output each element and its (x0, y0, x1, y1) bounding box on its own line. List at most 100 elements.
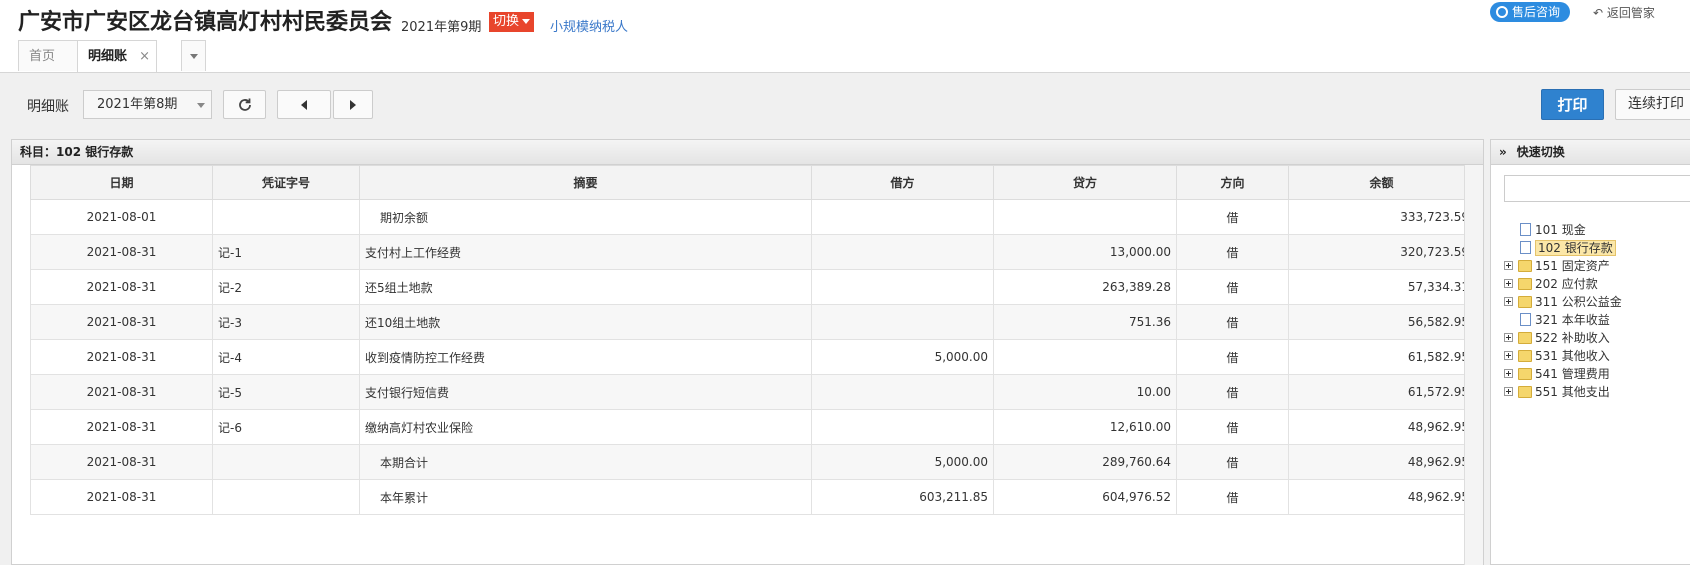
tree-item-541[interactable]: 541 管理费用 (1504, 365, 1622, 383)
triangle-left-icon (301, 99, 307, 110)
tab-more-button[interactable] (181, 40, 206, 71)
cell-voucher-link[interactable]: 记-6 (212, 409, 360, 445)
switch-label: 切换 (493, 14, 520, 29)
cell-summary: 收到疫情防控工作经费 (359, 339, 812, 375)
table-row[interactable]: 2021-08-31 本年累计 603,211.85 604,976.52 借 … (30, 479, 1475, 515)
cell-debit (811, 234, 994, 270)
expand-plus-icon[interactable] (1504, 387, 1513, 396)
tree-item-522[interactable]: 522 补助收入 (1504, 329, 1622, 347)
table-row[interactable]: 2021-08-01 期初余额 借 333,723.59 (30, 199, 1475, 235)
tree-item-551[interactable]: 551 其他支出 (1504, 383, 1622, 401)
subject-search-input[interactable] (1504, 175, 1690, 202)
cell-summary: 本年累计 (359, 479, 812, 515)
table-row[interactable]: 2021-08-31 记-3 还10组土地款 751.36 借 56,582.9… (30, 304, 1475, 340)
tree-item-531[interactable]: 531 其他收入 (1504, 347, 1622, 365)
cell-credit (993, 339, 1177, 375)
collapse-double-arrow-icon[interactable]: » (1499, 145, 1507, 159)
expand-plus-icon[interactable] (1504, 351, 1513, 360)
cell-direction: 借 (1176, 479, 1289, 515)
cell-direction: 借 (1176, 444, 1289, 480)
previous-period-button[interactable] (277, 90, 331, 119)
tree-item-label: 151 固定资产 (1535, 259, 1610, 273)
cell-credit: 13,000.00 (993, 234, 1177, 270)
back-label: 返回管家 (1606, 6, 1655, 20)
tree-item-label: 531 其他收入 (1535, 349, 1610, 363)
refresh-icon (238, 98, 251, 111)
col-date[interactable]: 日期 (30, 165, 213, 200)
return-home-link[interactable]: ↶ 返回管家 (1593, 4, 1655, 21)
col-debit[interactable]: 借方 (811, 165, 994, 200)
cell-date: 2021-08-31 (30, 234, 213, 270)
col-credit[interactable]: 贷方 (993, 165, 1177, 200)
expand-plus-icon[interactable] (1504, 297, 1513, 306)
table-row[interactable]: 2021-08-31 记-6 缴纳高灯村农业保险 12,610.00 借 48,… (30, 409, 1475, 445)
quick-switch-header: » 快速切换 (1491, 140, 1690, 165)
cell-date: 2021-08-31 (30, 479, 213, 515)
next-period-button[interactable] (333, 90, 373, 119)
cell-debit (811, 269, 994, 305)
tree-item-321[interactable]: 321 本年收益 (1504, 311, 1622, 329)
document-icon (1520, 313, 1531, 326)
current-period: 2021年第9期 (401, 20, 482, 35)
close-tab-icon[interactable]: × (139, 41, 150, 72)
table-row[interactable]: 2021-08-31 本期合计 5,000.00 289,760.64 借 48… (30, 444, 1475, 480)
continuous-print-button[interactable]: 连续打印 (1615, 89, 1690, 120)
cell-credit: 10.00 (993, 374, 1177, 410)
print-button[interactable]: 打印 (1541, 89, 1604, 120)
tree-item-202[interactable]: 202 应付款 (1504, 275, 1622, 293)
subject-tree: 101 现金 102 银行存款 151 固定资产 202 应付款 311 公积公… (1504, 221, 1622, 401)
expand-plus-icon[interactable] (1504, 333, 1513, 342)
col-direction[interactable]: 方向 (1176, 165, 1289, 200)
tab-home[interactable]: 首页 (18, 40, 78, 71)
cell-summary: 本期合计 (359, 444, 812, 480)
cell-voucher-link[interactable]: 记-2 (212, 269, 360, 305)
table-row[interactable]: 2021-08-31 记-1 支付村上工作经费 13,000.00 借 320,… (30, 234, 1475, 270)
taxpayer-type-link[interactable]: 小规模纳税人 (550, 16, 628, 35)
tree-item-label: 102 银行存款 (1535, 240, 1616, 256)
cell-balance: 320,723.59 (1288, 234, 1475, 270)
after-sales-consult-button[interactable]: 售后咨询 (1490, 2, 1571, 22)
table-row[interactable]: 2021-08-31 记-4 收到疫情防控工作经费 5,000.00 借 61,… (30, 339, 1475, 375)
tab-ledger[interactable]: 明细账 × (77, 40, 157, 72)
tree-item-311[interactable]: 311 公积公益金 (1504, 293, 1622, 311)
cell-debit (811, 199, 994, 235)
expand-plus-icon[interactable] (1504, 279, 1513, 288)
refresh-button[interactable] (223, 90, 266, 119)
cell-voucher (212, 444, 360, 480)
cell-date: 2021-08-31 (30, 339, 213, 375)
cell-date: 2021-08-31 (30, 409, 213, 445)
caret-down-icon (522, 19, 531, 24)
cell-credit: 604,976.52 (993, 479, 1177, 515)
ledger-table: 日期 凭证字号 摘要 借方 贷方 方向 余额 2021-08-01 期初余额 借… (30, 165, 1475, 515)
dropdown-arrow-icon (197, 103, 205, 108)
tree-item-label: 541 管理费用 (1535, 367, 1610, 381)
cell-debit: 5,000.00 (811, 339, 994, 375)
table-row[interactable]: 2021-08-31 记-5 支付银行短信费 10.00 借 61,572.95 (30, 374, 1475, 410)
ledger-panel: 科目：102 银行存款 日期 凭证字号 摘要 借方 贷方 方向 余额 2021-… (11, 139, 1484, 565)
cell-summary: 还5组土地款 (359, 269, 812, 305)
tree-item-101[interactable]: 101 现金 (1504, 221, 1622, 239)
expand-plus-icon[interactable] (1504, 369, 1513, 378)
cell-direction: 借 (1176, 374, 1289, 410)
cell-voucher-link[interactable]: 记-4 (212, 339, 360, 375)
cell-direction: 借 (1176, 199, 1289, 235)
col-voucher[interactable]: 凭证字号 (212, 165, 360, 200)
cell-voucher-link[interactable]: 记-5 (212, 374, 360, 410)
switch-account-button[interactable]: 切换 (489, 12, 535, 32)
col-summary[interactable]: 摘要 (359, 165, 812, 200)
cell-balance: 57,334.31 (1288, 269, 1475, 305)
table-row[interactable]: 2021-08-31 记-2 还5组土地款 263,389.28 借 57,33… (30, 269, 1475, 305)
cell-debit: 5,000.00 (811, 444, 994, 480)
folder-icon (1518, 368, 1532, 380)
tree-item-102[interactable]: 102 银行存款 (1504, 239, 1622, 257)
expand-plus-icon[interactable] (1504, 261, 1513, 270)
cell-summary: 缴纳高灯村农业保险 (359, 409, 812, 445)
col-balance[interactable]: 余额 (1288, 165, 1475, 200)
period-select[interactable]: 2021年第8期 (83, 90, 212, 119)
cell-voucher-link[interactable]: 记-1 (212, 234, 360, 270)
tree-item-151[interactable]: 151 固定资产 (1504, 257, 1622, 275)
cell-voucher-link[interactable]: 记-3 (212, 304, 360, 340)
tree-item-label: 551 其他支出 (1535, 385, 1610, 399)
vertical-scrollbar[interactable] (1464, 165, 1483, 565)
table-header-row: 日期 凭证字号 摘要 借方 贷方 方向 余额 (30, 165, 1475, 200)
